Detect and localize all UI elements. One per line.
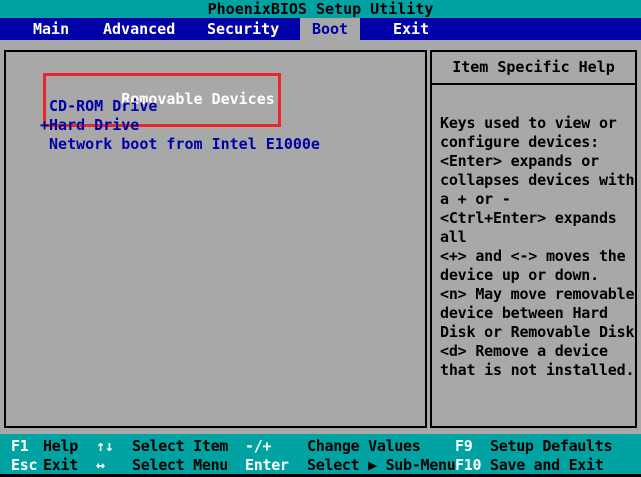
menu-tab-advanced[interactable]: Advanced [103, 18, 175, 40]
footer-desc-help: Help [43, 437, 78, 455]
footer-desc-save-and-exit: Save and Exit [490, 456, 604, 474]
footer-key-esc: Esc [11, 456, 38, 474]
boot-item-prefix [40, 97, 49, 115]
main-area: Removable Devices CD-ROM Drive +Hard Dri… [0, 40, 641, 434]
footer-key-leftright-icon: ↔ [96, 456, 105, 474]
footer-key-f1: F1 [11, 437, 29, 455]
footer-key-f10: F10 [455, 456, 482, 474]
boot-item-prefix expand-plus-sign: + [40, 116, 50, 134]
help-panel-text: Keys used to view or configure devices: … [440, 114, 635, 379]
footer-desc-select-menu: Select Menu [132, 456, 229, 474]
menu-tab-boot[interactable]: Boot [300, 18, 360, 40]
boot-order-panel: Removable Devices CD-ROM Drive +Hard Dri… [4, 50, 427, 428]
boot-item-network-boot[interactable]: Network boot from Intel E1000e [40, 135, 320, 154]
boot-item-cdrom-drive[interactable]: CD-ROM Drive [40, 97, 157, 116]
footer-key-minus-plus: -/+ [245, 437, 272, 455]
footer-key-updown-icon: ↑↓ [96, 437, 114, 455]
footer-desc-select-submenu: Select ▶ Sub-Menu [307, 456, 456, 474]
help-panel-title: Item Specific Help [432, 52, 635, 85]
boot-item-prefix [40, 135, 49, 153]
menu-bar: Main Advanced Security Boot Exit [0, 18, 641, 40]
footer-key-enter: Enter [245, 456, 289, 474]
footer-desc-select-item: Select Item [132, 437, 229, 455]
window-title: PhoenixBIOS Setup Utility [207, 0, 434, 18]
title-bar: PhoenixBIOS Setup Utility [0, 0, 641, 18]
footer-desc-setup-defaults: Setup Defaults [490, 437, 613, 455]
boot-item-label: CD-ROM Drive [49, 97, 158, 115]
menu-tab-exit[interactable]: Exit [393, 18, 429, 40]
menu-tab-security[interactable]: Security [207, 18, 279, 40]
footer-key-f9: F9 [455, 437, 473, 455]
bios-setup-screen: PhoenixBIOS Setup Utility Main Advanced … [0, 0, 641, 477]
help-panel: Item Specific Help Keys used to view or … [430, 50, 637, 428]
boot-item-hard-drive[interactable]: +Hard Drive [40, 116, 139, 135]
footer-desc-change-values: Change Values [307, 437, 421, 455]
boot-item-label: Hard Drive [49, 116, 140, 134]
boot-item-label: Network boot from Intel E1000e [49, 135, 320, 153]
hotkey-footer: F1 Help ↑↓ Select Item -/+ Change Values… [0, 434, 641, 477]
footer-desc-exit: Exit [43, 456, 78, 474]
menu-tab-main[interactable]: Main [33, 18, 69, 40]
